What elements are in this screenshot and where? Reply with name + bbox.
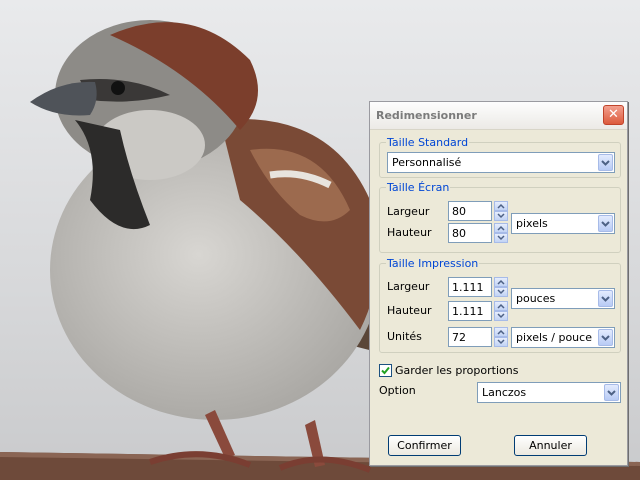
cancel-button[interactable]: Annuler bbox=[514, 435, 587, 456]
spin-up-icon[interactable] bbox=[494, 223, 508, 233]
spin-up-icon[interactable] bbox=[494, 301, 508, 311]
screen-width-label: Largeur bbox=[387, 205, 430, 218]
resolution-spinner[interactable] bbox=[494, 327, 508, 347]
print-height-input[interactable]: 1.111 bbox=[448, 301, 492, 321]
spin-down-icon[interactable] bbox=[494, 233, 508, 243]
spin-up-icon[interactable] bbox=[494, 327, 508, 337]
spin-up-icon[interactable] bbox=[494, 277, 508, 287]
spin-down-icon[interactable] bbox=[494, 287, 508, 297]
screen-width-input[interactable]: 80 bbox=[448, 201, 492, 221]
screen-height-label: Hauteur bbox=[387, 226, 432, 239]
standard-size-select[interactable]: Personnalisé bbox=[387, 152, 615, 173]
chevron-down-icon[interactable] bbox=[604, 384, 619, 401]
resolution-label: Unités bbox=[387, 330, 422, 343]
standard-size-value: Personnalisé bbox=[392, 156, 462, 169]
screen-height-spinner[interactable] bbox=[494, 223, 508, 243]
keep-proportions-label[interactable]: Garder les proportions bbox=[395, 364, 518, 377]
dialog-titlebar[interactable]: Redimensionner ✕ bbox=[370, 102, 627, 130]
screen-width-spinner[interactable] bbox=[494, 201, 508, 221]
dialog-title: Redimensionner bbox=[376, 109, 477, 122]
screen-height-value: 80 bbox=[452, 227, 466, 240]
spin-down-icon[interactable] bbox=[494, 211, 508, 221]
chevron-down-icon[interactable] bbox=[598, 215, 613, 232]
chevron-down-icon[interactable] bbox=[598, 154, 613, 171]
print-height-spinner[interactable] bbox=[494, 301, 508, 321]
print-height-label: Hauteur bbox=[387, 304, 432, 317]
option-value: Lanczos bbox=[482, 386, 527, 399]
print-width-input[interactable]: 1.111 bbox=[448, 277, 492, 297]
resolution-value: 72 bbox=[452, 331, 466, 344]
option-select[interactable]: Lanczos bbox=[477, 382, 621, 403]
print-width-value: 1.111 bbox=[452, 281, 484, 294]
close-button[interactable]: ✕ bbox=[603, 105, 624, 125]
print-unit-value: pouces bbox=[516, 292, 556, 305]
resolution-unit-select[interactable]: pixels / pouce bbox=[511, 327, 615, 348]
print-width-label: Largeur bbox=[387, 280, 430, 293]
option-label: Option bbox=[379, 384, 416, 397]
print-height-value: 1.111 bbox=[452, 305, 484, 318]
spin-up-icon[interactable] bbox=[494, 201, 508, 211]
chevron-down-icon[interactable] bbox=[598, 290, 613, 307]
screen-size-legend: Taille Écran bbox=[387, 181, 450, 194]
spin-down-icon[interactable] bbox=[494, 337, 508, 347]
chevron-down-icon[interactable] bbox=[598, 329, 613, 346]
resolution-input[interactable]: 72 bbox=[448, 327, 492, 347]
resolution-unit-value: pixels / pouce bbox=[516, 331, 592, 344]
checkmark-icon bbox=[381, 366, 390, 375]
screen-height-input[interactable]: 80 bbox=[448, 223, 492, 243]
close-icon: ✕ bbox=[608, 107, 619, 122]
print-width-spinner[interactable] bbox=[494, 277, 508, 297]
standard-size-legend: Taille Standard bbox=[387, 136, 469, 149]
screen-unit-select[interactable]: pixels bbox=[511, 213, 615, 234]
print-size-legend: Taille Impression bbox=[387, 257, 479, 270]
keep-proportions-checkbox[interactable] bbox=[379, 364, 392, 377]
screen-width-value: 80 bbox=[452, 205, 466, 218]
spin-down-icon[interactable] bbox=[494, 311, 508, 321]
screen-unit-value: pixels bbox=[516, 217, 548, 230]
resize-dialog: Redimensionner ✕ Taille Standard Personn… bbox=[369, 101, 628, 466]
confirm-button[interactable]: Confirmer bbox=[388, 435, 461, 456]
print-unit-select[interactable]: pouces bbox=[511, 288, 615, 309]
